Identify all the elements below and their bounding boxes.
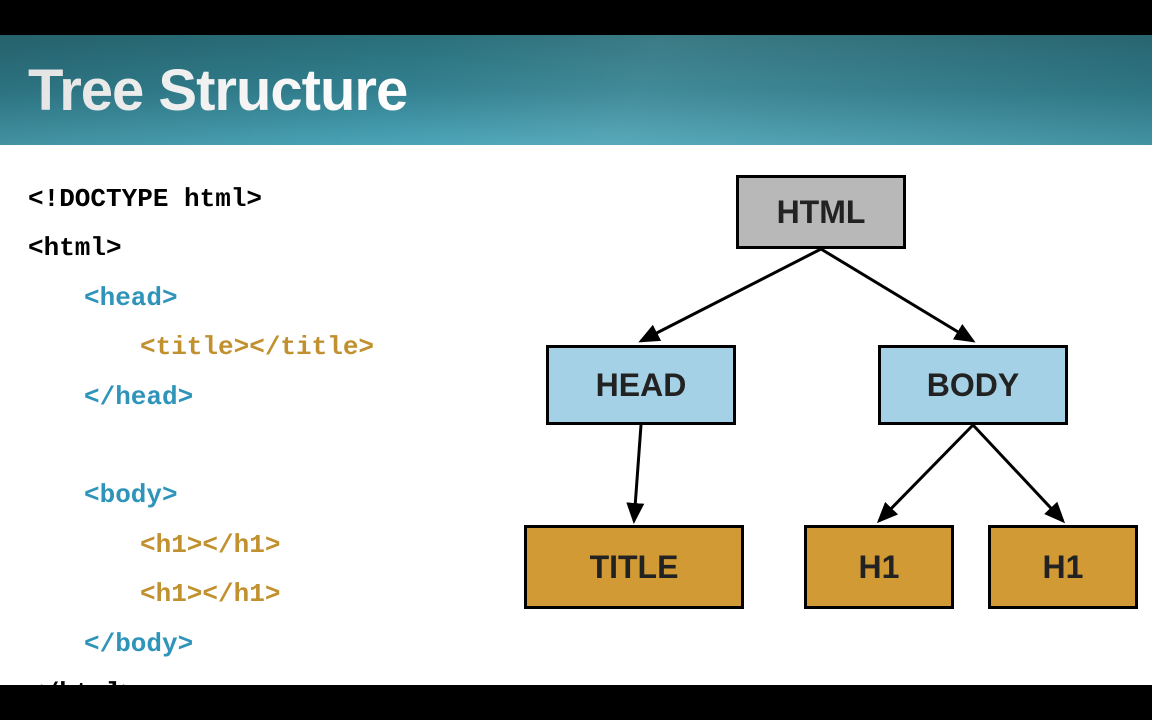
tree-edge	[641, 249, 821, 341]
code-line: <!DOCTYPE html>	[28, 175, 374, 224]
code-text: <head>	[84, 283, 178, 313]
code-line	[28, 422, 374, 471]
code-line: <head>	[28, 274, 374, 323]
tree-node-h1b: H1	[988, 525, 1138, 609]
code-text: <h1></h1>	[140, 530, 280, 560]
code-text: <html>	[28, 233, 122, 263]
code-text: <!DOCTYPE html>	[28, 184, 262, 214]
code-line: <body>	[28, 471, 374, 520]
tree-edge	[821, 249, 973, 341]
code-line: <html>	[28, 224, 374, 273]
code-text: <title></title>	[140, 332, 374, 362]
slide-content: <!DOCTYPE html> <html> <head> <title></titl…	[0, 145, 1152, 685]
tree-edge	[634, 425, 641, 521]
tree-edge	[879, 425, 973, 521]
tree-node-html: HTML	[736, 175, 906, 249]
slide: Tree Structure <!DOCTYPE html> <html> <hea…	[0, 35, 1152, 685]
tree-node-title: TITLE	[524, 525, 744, 609]
tree-node-body: BODY	[878, 345, 1068, 425]
tree-node-head: HEAD	[546, 345, 736, 425]
code-line: <h1></h1>	[28, 570, 374, 619]
code-text: <h1></h1>	[140, 579, 280, 609]
code-line: <title></title>	[28, 323, 374, 372]
tree-diagram: HTML HEAD BODY TITLE H1 H1	[500, 155, 1140, 675]
code-line: </html>	[28, 669, 374, 718]
tree-edge	[973, 425, 1063, 521]
slide-title: Tree Structure	[28, 57, 407, 124]
tree-node-h1a: H1	[804, 525, 954, 609]
code-line: </body>	[28, 620, 374, 669]
code-text: </head>	[84, 382, 193, 412]
code-text: </body>	[84, 629, 193, 659]
code-block: <!DOCTYPE html> <html> <head> <title></titl…	[28, 175, 374, 718]
code-line: <h1></h1>	[28, 521, 374, 570]
code-text: </html>	[28, 678, 137, 708]
slide-header: Tree Structure	[0, 35, 1152, 145]
code-text: <body>	[84, 480, 178, 510]
code-line: </head>	[28, 373, 374, 422]
